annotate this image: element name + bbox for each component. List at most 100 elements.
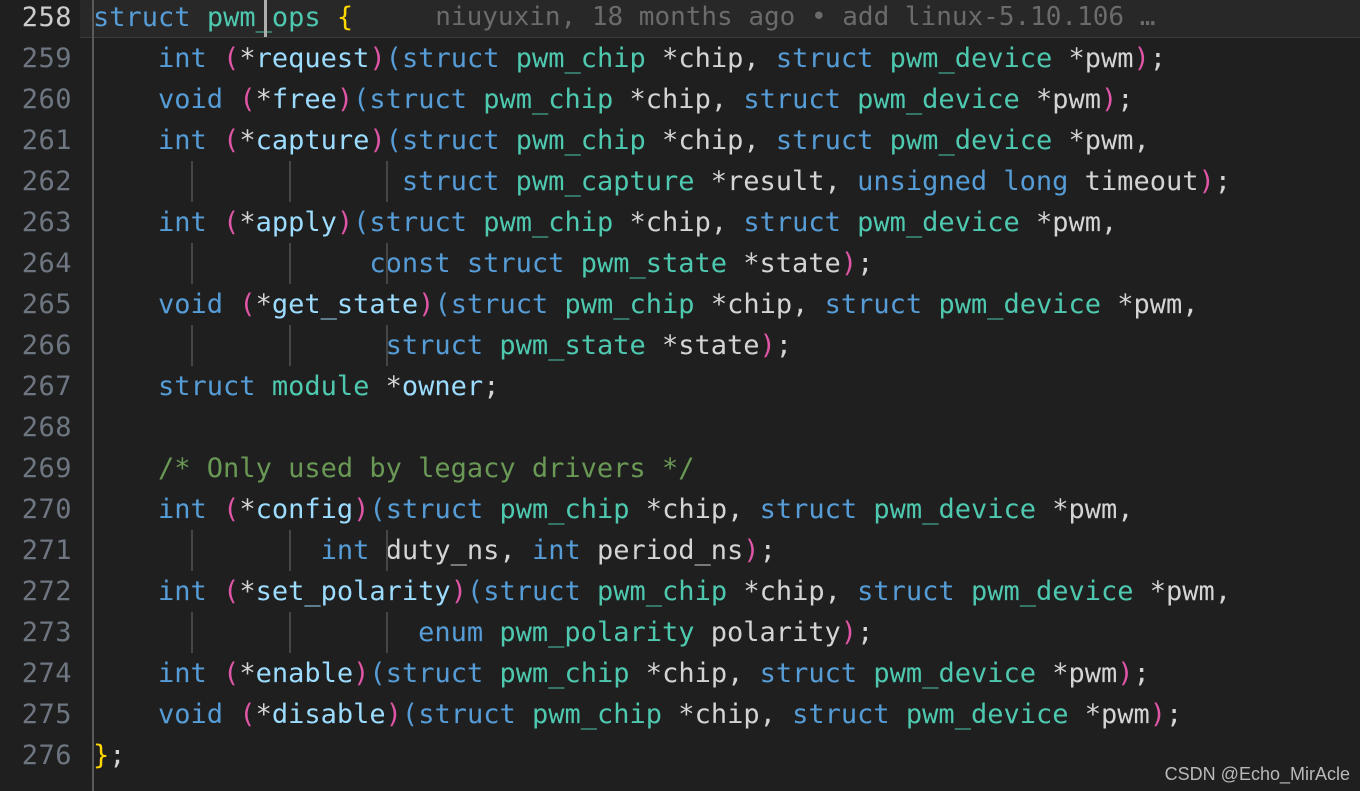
code-editor[interactable]: struct pwm_ops { int (*request)(struct p… [0, 0, 1360, 791]
line-number[interactable]: 258 [0, 0, 72, 38]
code-content[interactable]: struct pwm_ops { int (*request)(struct p… [0, 0, 1360, 791]
code-line[interactable]: void (*free)(struct pwm_chip *chip, stru… [0, 79, 1360, 120]
code-token: long [1003, 166, 1069, 197]
code-line[interactable]: int duty_ns, int period_ns); [0, 530, 1360, 571]
code-token: chip [645, 84, 711, 115]
code-line[interactable]: int (*enable)(struct pwm_chip *chip, str… [0, 653, 1360, 694]
code-token: ; [483, 371, 500, 402]
code-line[interactable]: int (*request)(struct pwm_chip *chip, st… [0, 38, 1360, 79]
code-token: polarity [710, 617, 841, 648]
code-token: , [1214, 576, 1232, 607]
code-token: , [824, 166, 858, 197]
code-token: * [613, 207, 646, 238]
code-line-text: int (*set_polarity)(struct pwm_chip *chi… [93, 571, 1231, 612]
code-token: pwm_chip [597, 576, 728, 607]
code-token: pwm_device [873, 494, 1036, 525]
code-token: pwm [1068, 494, 1118, 525]
code-token: , [792, 289, 825, 320]
code-line-text: struct pwm_state *state); [93, 325, 792, 366]
line-number[interactable]: 274 [0, 653, 72, 694]
code-line[interactable]: }; [0, 735, 1360, 776]
code-token: struct [369, 84, 467, 115]
code-token: ( [223, 43, 240, 74]
code-token: ) [418, 289, 435, 320]
code-line[interactable]: void (*get_state)(struct pwm_chip *chip,… [0, 284, 1360, 325]
code-line[interactable]: /* Only used by legacy drivers */ [0, 448, 1360, 489]
code-token: chip [662, 658, 728, 689]
line-number[interactable]: 270 [0, 489, 72, 530]
code-token: ( [223, 576, 240, 607]
line-number[interactable]: 275 [0, 694, 72, 735]
indent-guide [190, 530, 193, 571]
code-token: pwm_chip [483, 207, 614, 238]
code-line[interactable]: struct pwm_capture *result, unsigned lon… [0, 161, 1360, 202]
code-token: * [1035, 658, 1069, 689]
line-number[interactable]: 261 [0, 120, 72, 161]
code-line-text: int (*config)(struct pwm_chip *chip, str… [93, 489, 1134, 530]
line-number[interactable]: 273 [0, 612, 72, 653]
line-number[interactable]: 260 [0, 79, 72, 120]
code-token: pwm [1068, 658, 1118, 689]
code-line[interactable]: int (*capture)(struct pwm_chip *chip, st… [0, 120, 1360, 161]
indent-guide [386, 243, 389, 284]
code-token: pwm_device [857, 207, 1020, 238]
code-token: struct [369, 207, 467, 238]
code-token: enum [418, 617, 484, 648]
code-token: module [271, 371, 370, 402]
code-token: duty_ns [385, 535, 500, 566]
line-number[interactable]: 267 [0, 366, 72, 407]
git-blame-annotation[interactable]: niuyuxin, 18 months ago • add linux-5.10… [435, 0, 1155, 38]
code-token: unsigned [857, 166, 988, 197]
code-token: ( [385, 125, 402, 156]
line-number[interactable]: 262 [0, 161, 72, 202]
code-token: ( [239, 84, 256, 115]
code-token: pwm [1084, 125, 1134, 156]
code-line[interactable]: void (*disable)(struct pwm_chip *chip, s… [0, 694, 1360, 735]
line-number[interactable]: 265 [0, 284, 72, 325]
code-line-text: int (*request)(struct pwm_chip *chip, st… [93, 38, 1166, 79]
line-number[interactable]: 269 [0, 448, 72, 489]
line-number[interactable]: 271 [0, 530, 72, 571]
code-token: state [678, 330, 760, 361]
code-token: * [1035, 494, 1069, 525]
code-line[interactable]: int (*set_polarity)(struct pwm_chip *chi… [0, 571, 1360, 612]
code-line[interactable]: struct pwm_state *state); [0, 325, 1360, 366]
line-number[interactable]: 272 [0, 571, 72, 612]
code-line[interactable]: int (*config)(struct pwm_chip *chip, str… [0, 489, 1360, 530]
line-number[interactable]: 266 [0, 325, 72, 366]
line-number[interactable]: 259 [0, 38, 72, 79]
code-token: struct [450, 289, 549, 320]
code-line[interactable]: int (*apply)(struct pwm_chip *chip, stru… [0, 202, 1360, 243]
code-token: enable [255, 658, 354, 689]
code-token: period_ns [596, 535, 744, 566]
code-token: * [1133, 576, 1167, 607]
line-number[interactable]: 276 [0, 735, 72, 776]
code-line[interactable]: enum pwm_polarity polarity); [0, 612, 1360, 653]
code-token: pwm_chip [499, 658, 630, 689]
code-token: chip [645, 207, 711, 238]
code-line[interactable] [0, 407, 1360, 448]
code-token: struct [743, 207, 841, 238]
code-token: get_state [271, 289, 419, 320]
line-number[interactable]: 263 [0, 202, 72, 243]
code-token: pwm_device [873, 658, 1036, 689]
code-line[interactable]: struct module *owner; [0, 366, 1360, 407]
code-token: * [1019, 207, 1053, 238]
line-number-gutter[interactable]: 258 259 260 261 262 263 264 265 266 267 268 269 270 2… [0, 0, 80, 791]
line-number[interactable]: 268 [0, 407, 72, 448]
code-line[interactable]: const struct pwm_state *state); [0, 243, 1360, 284]
code-token: struct [401, 125, 500, 156]
line-number[interactable]: 264 [0, 243, 72, 284]
